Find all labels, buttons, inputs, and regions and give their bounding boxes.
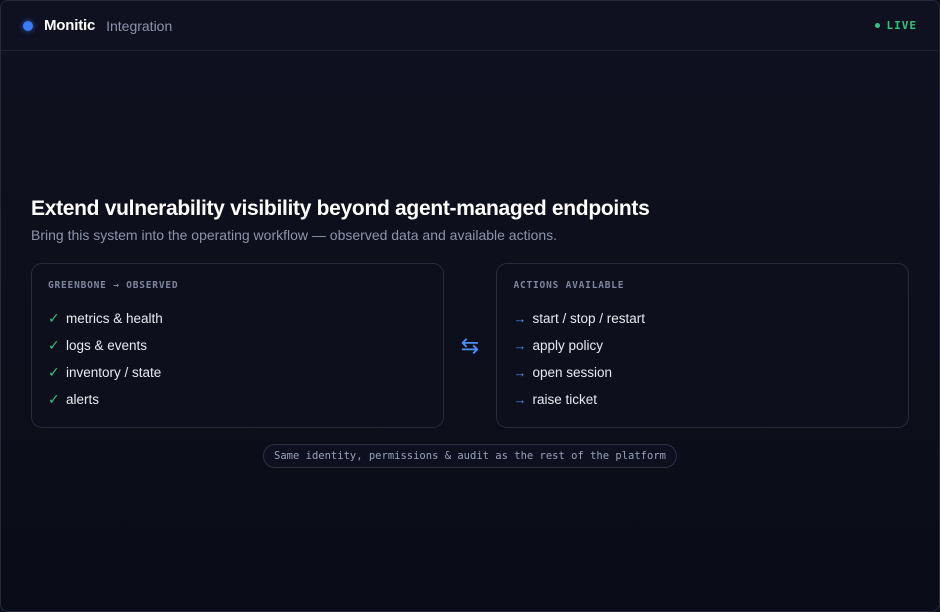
observed-item-label: alerts (66, 392, 100, 407)
top-bar: Monitic Integration LIVE (1, 1, 939, 51)
identity-note-pill: Same identity, permissions & audit as th… (263, 444, 677, 468)
integration-cards: GREENBONE → OBSERVED ✓ metrics & health … (31, 263, 909, 428)
action-item[interactable]: → open session (513, 359, 892, 386)
observed-item: ✓ logs & events (48, 332, 427, 359)
brand-name[interactable]: Monitic (44, 17, 95, 34)
observed-card-title: GREENBONE → OBSERVED (48, 280, 179, 291)
check-icon: ✓ (48, 310, 60, 326)
live-status-badge: LIVE (874, 19, 918, 32)
live-status-label: LIVE (886, 19, 917, 32)
arrow-right-icon: → (513, 338, 527, 353)
page-subtitle: Bring this system into the operating wor… (31, 227, 558, 243)
observed-item-label: metrics & health (66, 311, 163, 326)
arrow-right-icon: → (513, 365, 527, 380)
actions-card-title: ACTIONS AVAILABLE (513, 280, 625, 291)
check-icon: ✓ (48, 364, 60, 380)
integration-panel: Extend vulnerability visibility beyond a… (31, 197, 909, 468)
action-item-label: apply policy (532, 338, 604, 353)
swap-arrows-icon: ⇆ (460, 332, 480, 358)
check-icon: ✓ (48, 391, 60, 407)
footer: Same identity, permissions & audit as th… (31, 444, 909, 468)
action-item[interactable]: → start / stop / restart (513, 305, 892, 332)
live-dot-icon (874, 23, 880, 28)
observed-item-label: inventory / state (66, 365, 162, 380)
observed-item: ✓ inventory / state (48, 359, 427, 386)
page-title: Extend vulnerability visibility beyond a… (31, 197, 650, 220)
arrow-right-icon: → (513, 392, 527, 407)
action-item[interactable]: → apply policy (513, 332, 892, 359)
action-item-label: start / stop / restart (532, 311, 646, 326)
observed-item-label: logs & events (66, 338, 148, 353)
observed-card: GREENBONE → OBSERVED ✓ metrics & health … (31, 263, 444, 428)
action-item-label: raise ticket (532, 392, 597, 407)
action-item-label: open session (532, 365, 613, 380)
actions-card: ACTIONS AVAILABLE → start / stop / resta… (496, 263, 909, 428)
action-item[interactable]: → raise ticket (513, 386, 892, 413)
section-title: Integration (106, 17, 173, 34)
arrow-right-icon: → (513, 311, 527, 326)
brand-dot-icon (23, 20, 33, 31)
observed-item: ✓ metrics & health (48, 305, 427, 332)
observed-item: ✓ alerts (48, 386, 427, 413)
check-icon: ✓ (48, 337, 60, 353)
app-window: Monitic Integration LIVE Extend vulnerab… (0, 0, 940, 612)
